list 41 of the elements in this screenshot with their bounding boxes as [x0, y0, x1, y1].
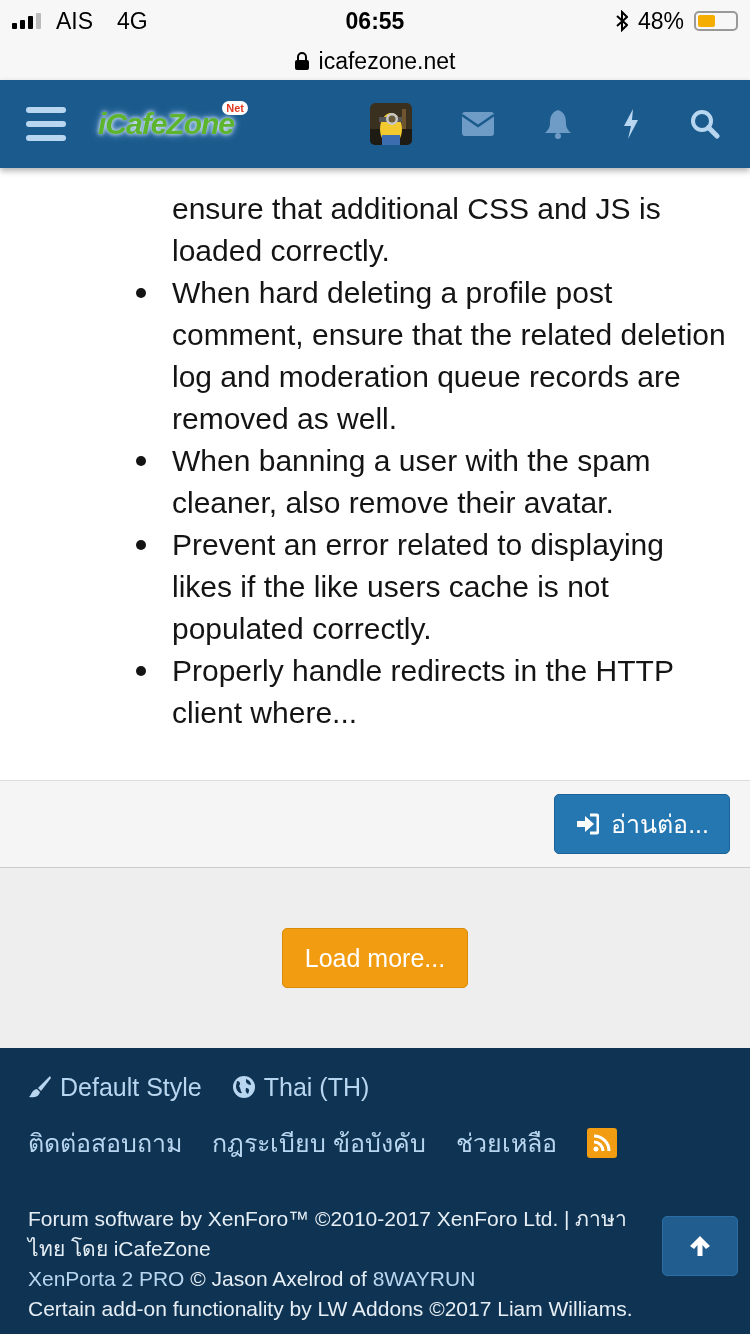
bullet-icon: [136, 540, 146, 550]
footer-link[interactable]: XenPorta 2 PRO: [28, 1267, 185, 1290]
battery-percent: 48%: [637, 7, 684, 35]
rss-icon: [592, 1134, 611, 1152]
footer-link[interactable]: กฎระเบียบ ข้อบังคับ: [212, 1123, 426, 1163]
bullet-icon: [136, 666, 146, 676]
footer-link[interactable]: ติดต่อสอบถาม: [28, 1123, 182, 1163]
logo-badge: Net: [222, 101, 249, 115]
list-item-text: Properly handle redirects in the HTTP client where...: [172, 653, 675, 731]
clock-time: 06:55: [345, 7, 405, 35]
footer-link[interactable]: 8WAYRUN: [372, 1267, 476, 1290]
read-more-button[interactable]: อ่านต่อ...: [554, 794, 730, 854]
paintbrush-icon: [28, 1075, 52, 1099]
list-item-text: When banning a user with the spam cleaner, also remove their avatar.: [172, 443, 652, 521]
bluetooth-icon: [615, 10, 628, 32]
battery-icon: [694, 11, 738, 31]
menu-icon: [26, 107, 66, 141]
envelope-icon: [462, 112, 494, 136]
list-item-text: Prevent an error related to displaying likes if the like users cache is not populated correctly.: [172, 527, 665, 647]
rss-button[interactable]: [586, 1128, 617, 1158]
bullet-icon: [136, 288, 146, 298]
carrier-name: AIS: [56, 7, 94, 35]
bullet-icon: [136, 456, 146, 466]
arrow-up-icon: [688, 1234, 712, 1258]
footer-link[interactable]: ช่วยเหลือ: [455, 1123, 557, 1163]
list-item-text: When hard deleting a profile post comment, ensure that the related deletion log and moderation queue records are removed as well.: [172, 275, 727, 437]
copyright-text: Certain add-on functionality by LW Addons ©2017 Liam Williams.: [28, 1296, 633, 1322]
globe-icon: [231, 1075, 256, 1099]
copyright-text: Forum software by XenForo™ ©2010-2017 XenForo Ltd. | ภาษาไทย โดย iCafeZone: [28, 1206, 629, 1262]
lock-icon: [294, 52, 309, 70]
language-chooser-link[interactable]: Thai (TH): [231, 1072, 370, 1102]
sign-in-icon: [575, 813, 600, 835]
url-text[interactable]: icafezone.net: [318, 47, 456, 75]
bell-icon: [544, 109, 572, 139]
copyright-text: © Jason Axelrod of: [189, 1267, 368, 1290]
lightning-icon: [622, 109, 640, 139]
style-chooser-link[interactable]: Default Style: [28, 1072, 202, 1102]
scroll-top-button[interactable]: [662, 1216, 738, 1276]
network-type: 4G: [117, 7, 148, 35]
list-item-text: ensure that additional CSS and JS is loaded correctly.: [172, 191, 662, 269]
search-icon: [690, 109, 720, 139]
